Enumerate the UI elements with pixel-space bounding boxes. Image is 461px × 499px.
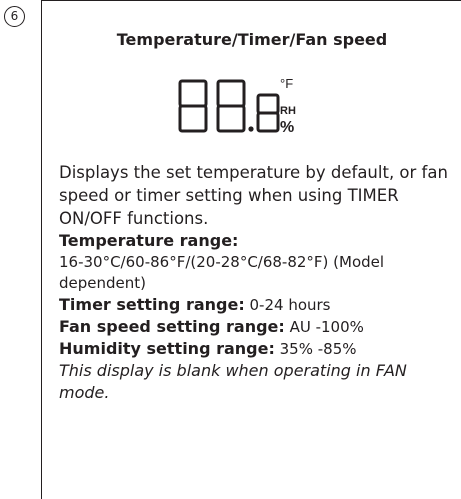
fan-mode-note: This display is blank when operating in … <box>59 361 407 402</box>
info-panel: Temperature/Timer/Fan speed °F RH % Disp… <box>41 0 461 499</box>
humidity-range-label: Humidity setting range: <box>59 339 275 358</box>
unit-rh: RH <box>280 105 296 117</box>
fan-speed-range-label: Fan speed setting range: <box>59 317 285 336</box>
timer-range-value: 0-24 hours <box>244 296 331 314</box>
temperature-range-label: Temperature range: <box>59 231 239 250</box>
humidity-range-value: 35% -85% <box>274 340 357 358</box>
fan-speed-range-value: AU -100% <box>284 318 364 336</box>
content: Displays the set temperature by default,… <box>59 161 459 404</box>
fan-speed-range: Fan speed setting range: AU -100% <box>59 316 459 338</box>
temperature-range-value: 16-30°C/60-86°F/(20-28°C/68-82°F) (Model… <box>59 253 385 292</box>
description: Displays the set temperature by default,… <box>59 163 448 228</box>
temperature-range: Temperature range: 16-30°C/60-86°F/(20-2… <box>59 230 459 294</box>
section-title: Temperature/Timer/Fan speed <box>116 30 388 49</box>
humidity-range: Humidity setting range: 35% -85% <box>59 338 459 360</box>
step-number-badge: 6 <box>4 6 25 27</box>
unit-percent: % <box>280 119 294 136</box>
unit-fahrenheit: °F <box>280 76 293 91</box>
decimal-point <box>248 126 254 132</box>
timer-range: Timer setting range: 0-24 hours <box>59 294 459 316</box>
timer-range-label: Timer setting range: <box>59 295 245 314</box>
lcd-display-icon: °F RH % <box>178 76 296 136</box>
